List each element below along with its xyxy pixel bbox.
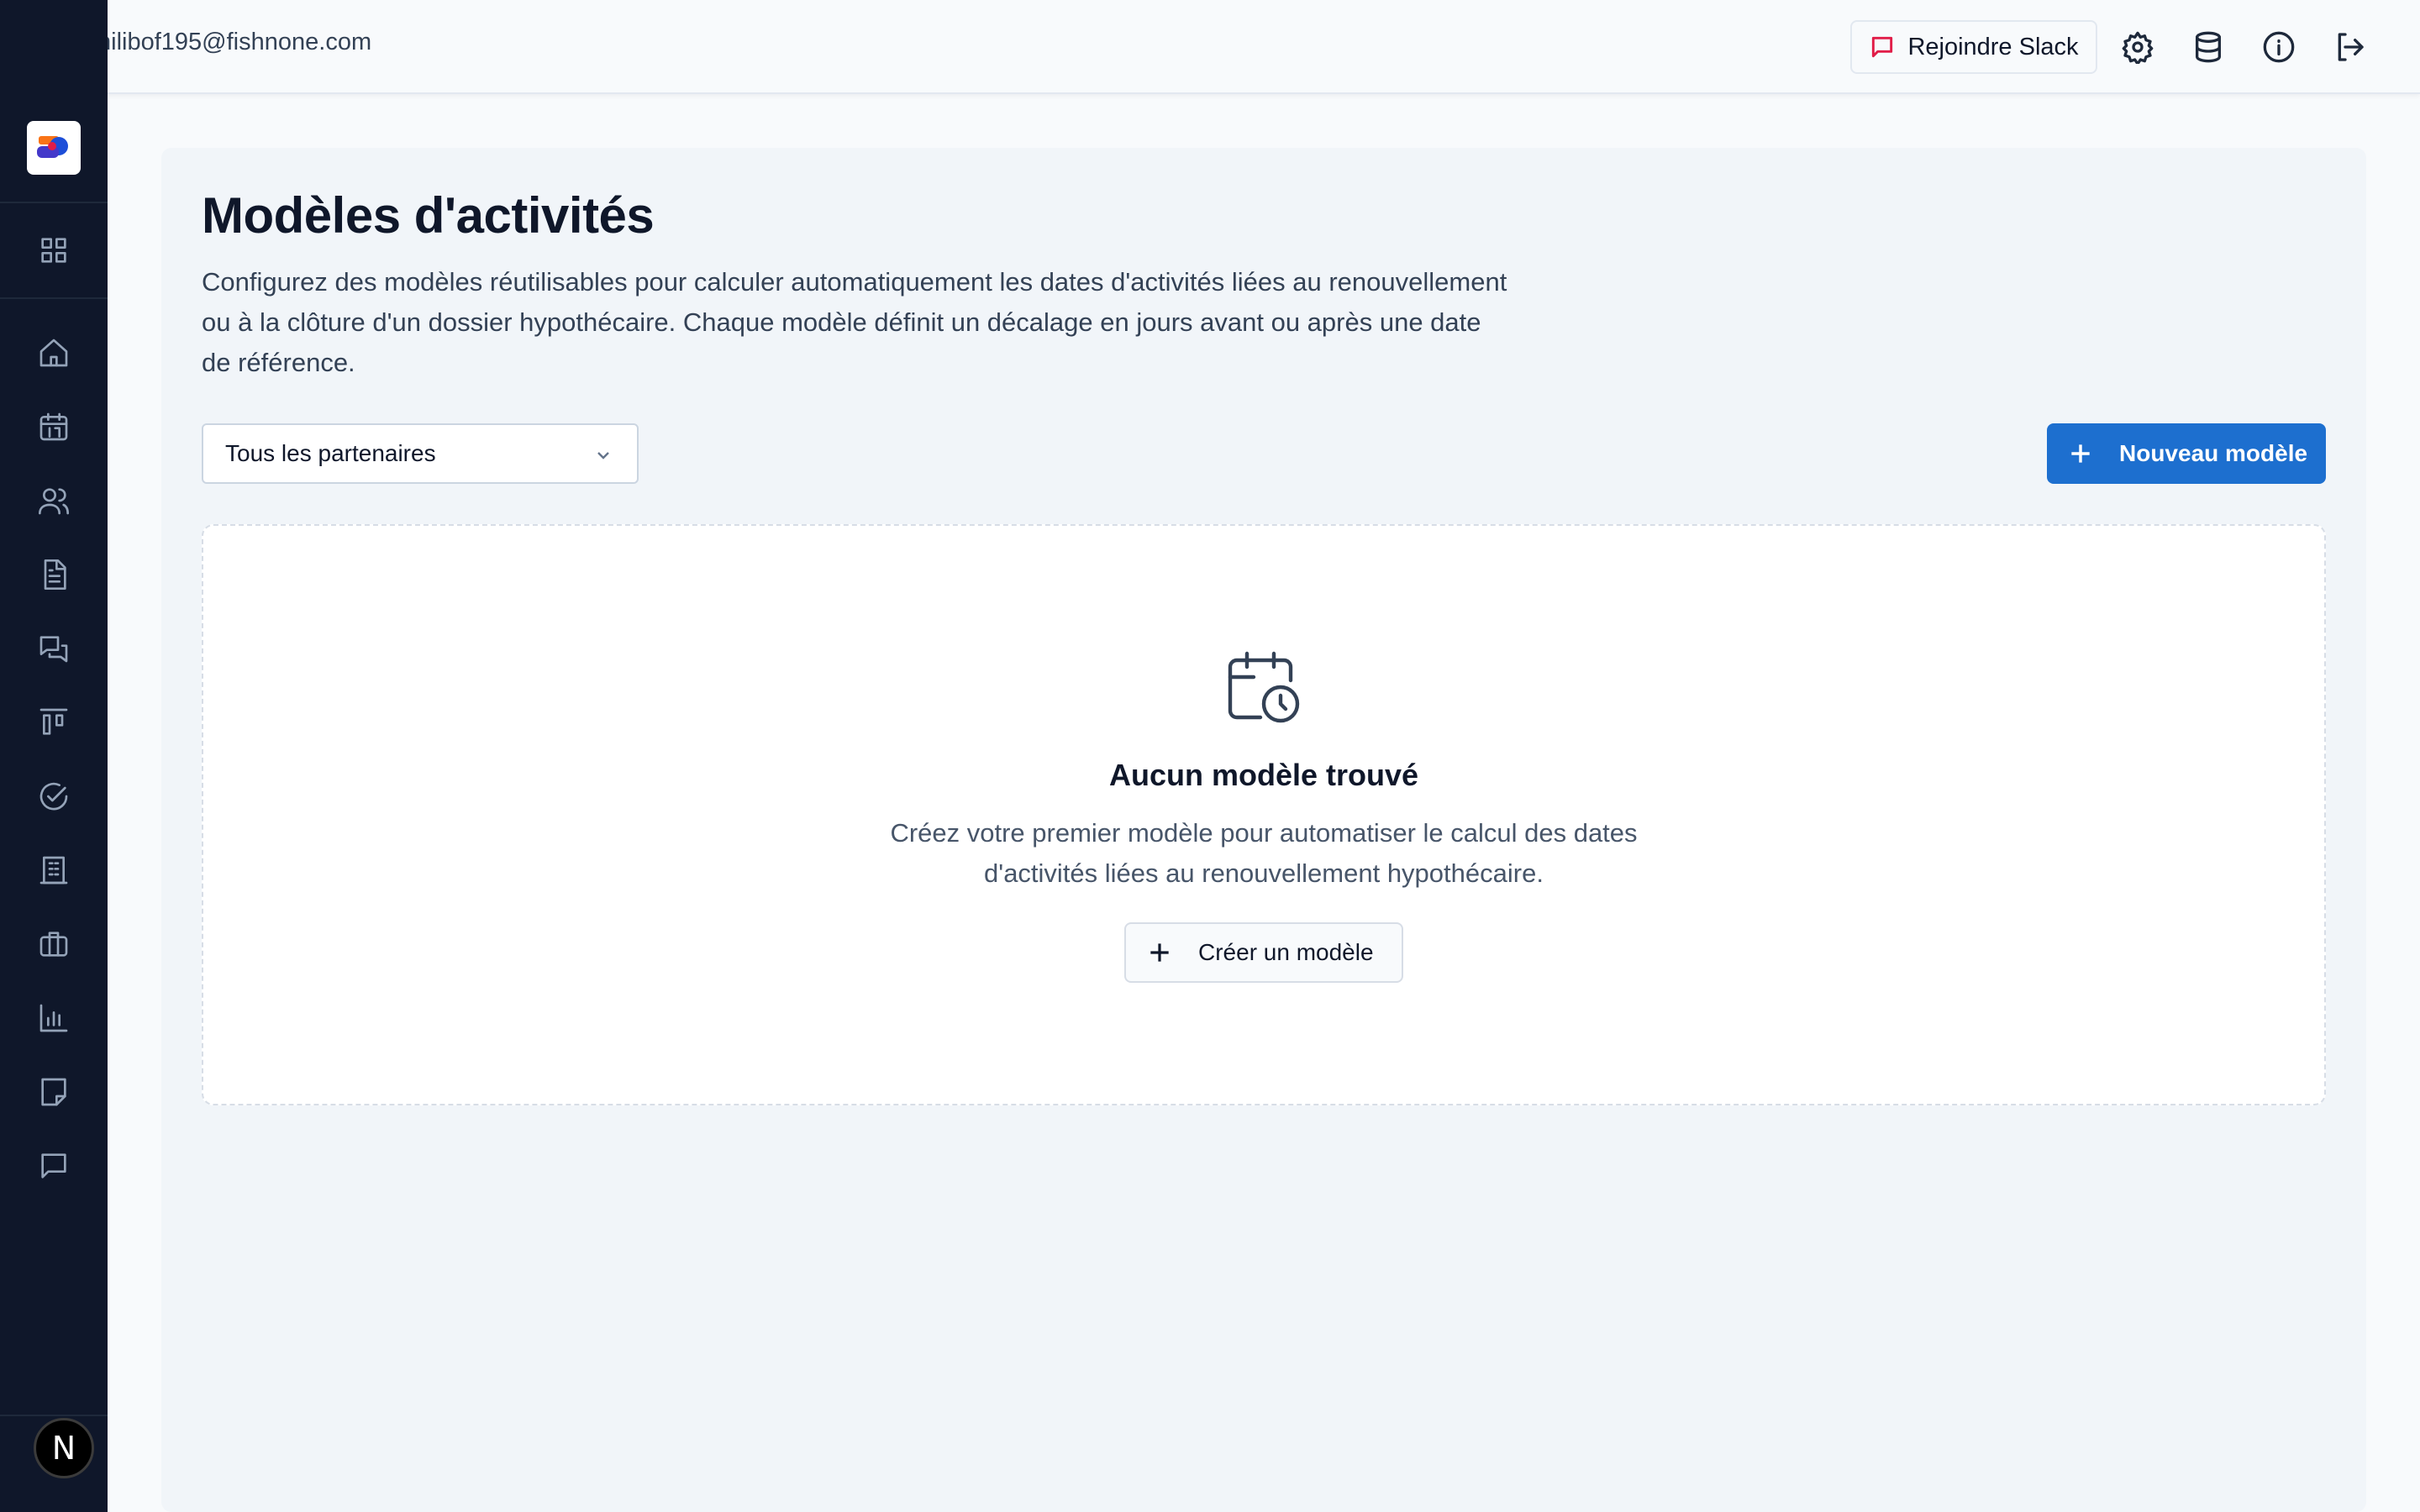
chat-icon[interactable]: [34, 1146, 74, 1186]
calendar-icon[interactable]: [34, 407, 74, 447]
messages-icon[interactable]: [34, 628, 74, 669]
join-slack-button[interactable]: Rejoindre Slack: [1850, 20, 2097, 74]
page-title: Modèles d'activités: [202, 187, 655, 244]
new-template-label: Nouveau modèle: [2119, 440, 2308, 466]
sidebar-divider: [0, 202, 108, 203]
partner-filter-value: Tous les partenaires: [225, 440, 436, 466]
avatar[interactable]: N: [34, 1418, 94, 1478]
sidebar: N: [0, 0, 108, 1512]
calendar-clock-icon: [1223, 647, 1304, 727]
briefcase-icon[interactable]: [34, 924, 74, 964]
plus-icon: [2071, 444, 2090, 463]
info-icon[interactable]: [2262, 30, 2296, 64]
plus-icon: [1150, 943, 1169, 962]
empty-state-description: Créez votre premier modèle pour automati…: [890, 818, 1638, 888]
database-icon[interactable]: [2191, 30, 2225, 64]
users-icon[interactable]: [34, 480, 74, 521]
create-template-label: Créer un modèle: [1198, 939, 1374, 965]
check-circle-icon[interactable]: [34, 776, 74, 816]
message-square-icon: [1872, 36, 1893, 58]
building-icon[interactable]: [34, 850, 74, 890]
new-template-button[interactable]: Nouveau modèle: [2047, 423, 2326, 484]
empty-state-title: Aucun modèle trouvé: [1108, 758, 1419, 792]
bar-chart-icon[interactable]: [34, 998, 74, 1038]
join-slack-label: Rejoindre Slack: [1907, 33, 2079, 60]
chevron-down-icon: [597, 452, 609, 459]
page-description: Configurez des modèles réutilisables pou…: [202, 267, 1507, 377]
sidebar-divider: [0, 1415, 108, 1416]
top-bar: milibof195@fishnone.com Rejoindre Slack: [0, 0, 2420, 94]
sidebar-divider: [0, 297, 108, 299]
grid-icon[interactable]: [34, 230, 74, 270]
note-icon[interactable]: [34, 1072, 74, 1112]
user-email: milibof195@fishnone.com: [91, 29, 372, 55]
settings-icon[interactable]: [2121, 30, 2154, 66]
partner-filter-select[interactable]: Tous les partenaires: [202, 423, 639, 484]
logout-icon[interactable]: [2333, 30, 2366, 64]
home-icon[interactable]: [34, 333, 74, 373]
kanban-icon[interactable]: [34, 702, 74, 743]
document-icon[interactable]: [34, 554, 74, 595]
app-logo[interactable]: [27, 121, 81, 175]
create-template-button[interactable]: Créer un modèle: [1124, 922, 1403, 983]
